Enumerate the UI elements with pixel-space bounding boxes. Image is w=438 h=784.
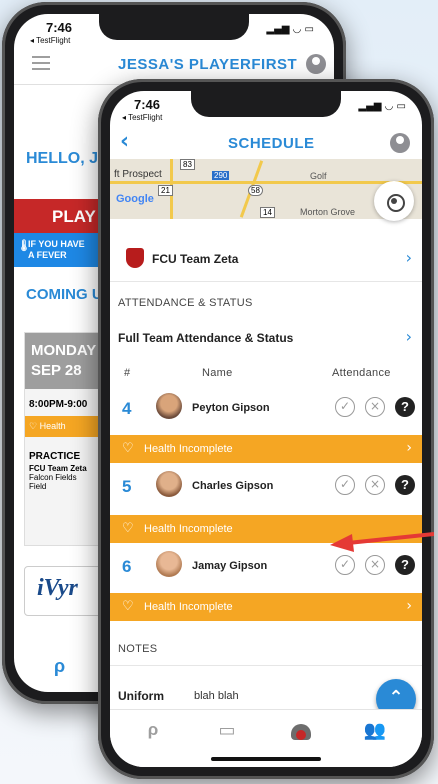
- map-road: [110, 181, 422, 184]
- chevron-right-icon[interactable]: ›: [406, 248, 412, 267]
- front-phone: 7:46 ◂ TestFlight ▂▄▆ ◡ ▭ ‹ SCHEDULE ft …: [98, 79, 434, 779]
- team-icon[interactable]: 👥: [360, 720, 390, 750]
- attend-yes-icon[interactable]: ✓: [335, 475, 355, 495]
- road-badge: 14: [260, 207, 275, 218]
- notes-label: Uniform: [118, 689, 164, 703]
- road-badge: 83: [180, 159, 195, 170]
- heart-icon: ♡: [122, 599, 134, 614]
- chevron-right-icon: ›: [406, 440, 412, 456]
- player-name[interactable]: Jamay Gipson: [192, 560, 267, 572]
- chevron-up-icon: ⌃: [388, 687, 404, 708]
- testflight-back-link[interactable]: ◂ TestFlight: [30, 36, 70, 45]
- road-badge: 58: [248, 185, 263, 196]
- fever-line-1: IF YOU HAVE: [28, 239, 85, 249]
- road-badge: 21: [158, 185, 173, 196]
- back-chevron-icon[interactable]: ‹: [120, 129, 129, 154]
- attend-unknown-icon[interactable]: ?: [395, 555, 415, 575]
- map-label: Morton Grove: [300, 207, 356, 217]
- health-status: Health Incomplete: [144, 523, 233, 535]
- heart-icon: ♡: [122, 521, 134, 536]
- column-header-name: Name: [202, 367, 233, 379]
- event-day: MONDAY: [31, 342, 97, 359]
- section-notes-heading: NOTES: [118, 643, 158, 655]
- calendar-icon[interactable]: ▭: [212, 720, 242, 750]
- thermometer-icon: 🌡: [17, 240, 31, 252]
- testflight-back-link[interactable]: ◂ TestFlight: [122, 113, 162, 122]
- status-icons: ▂▄▆ ◡ ▭: [266, 24, 314, 35]
- section-attendance-heading: ATTENDANCE & STATUS: [118, 297, 253, 309]
- menu-icon[interactable]: [32, 56, 50, 70]
- health-status: Health Incomplete: [144, 443, 233, 455]
- annotation-arrow-icon: [330, 532, 434, 552]
- attend-yes-icon[interactable]: ✓: [335, 555, 355, 575]
- road-badge: 290: [212, 171, 230, 180]
- full-team-attendance-link[interactable]: Full Team Attendance & Status: [118, 331, 293, 345]
- attend-yes-icon[interactable]: ✓: [335, 397, 355, 417]
- team-name[interactable]: FCU Team Zeta: [152, 252, 238, 266]
- profile-icon[interactable]: [306, 54, 326, 74]
- heart-icon: ♡: [122, 441, 134, 456]
- column-header-attendance: Attendance: [332, 367, 391, 379]
- front-screen: 7:46 ◂ TestFlight ▂▄▆ ◡ ▭ ‹ SCHEDULE ft …: [110, 91, 422, 767]
- attend-unknown-icon[interactable]: ?: [395, 475, 415, 495]
- column-header-number: #: [124, 367, 131, 379]
- player-photo: [156, 471, 182, 497]
- player-photo: [156, 551, 182, 577]
- heart-icon: ♡: [29, 421, 40, 431]
- health-status: Health Incomplete: [144, 601, 233, 613]
- playerfirst-logo-icon[interactable]: ρ: [138, 720, 168, 750]
- locate-icon[interactable]: [374, 181, 414, 221]
- status-time: 7:46: [134, 97, 161, 112]
- attend-no-icon[interactable]: ×: [365, 475, 385, 495]
- profile-icon[interactable]: [390, 133, 410, 153]
- map-label: Golf: [310, 171, 327, 181]
- divider: [110, 281, 422, 282]
- player-photo: [156, 393, 182, 419]
- status-time: 7:46: [46, 20, 73, 35]
- health-incomplete-bar[interactable]: ♡ Health Incomplete ›: [110, 593, 422, 621]
- notes-value: blah blah: [194, 690, 239, 702]
- notch: [191, 91, 341, 117]
- page-title: SCHEDULE: [228, 135, 315, 152]
- team-shield-icon: [126, 248, 144, 268]
- player-number: 4: [122, 399, 132, 418]
- greeting: HELLO, JE: [26, 150, 109, 167]
- fever-line-2: A FEVER: [28, 250, 67, 260]
- page-title: JESSA'S PLAYERFIRST: [118, 56, 298, 73]
- player-name[interactable]: Peyton Gipson: [192, 402, 270, 414]
- home-indicator: [211, 757, 321, 761]
- chevron-right-icon[interactable]: ›: [406, 327, 412, 346]
- attend-unknown-icon[interactable]: ?: [395, 397, 415, 417]
- map-label: ft Prospect: [114, 169, 162, 180]
- chevron-right-icon: ›: [406, 598, 412, 614]
- playerfirst-logo-icon[interactable]: ρ: [54, 656, 65, 677]
- divider: [110, 665, 422, 666]
- attend-no-icon[interactable]: ×: [365, 397, 385, 417]
- status-icons: ▂▄▆ ◡ ▭: [358, 101, 406, 112]
- event-date: SEP 28: [31, 362, 82, 379]
- health-icon[interactable]: [286, 720, 316, 750]
- player-name[interactable]: Charles Gipson: [192, 480, 273, 492]
- event-health-label: Health: [39, 421, 66, 431]
- attend-no-icon[interactable]: ×: [365, 555, 385, 575]
- player-number: 6: [122, 557, 132, 576]
- google-logo: Google: [116, 193, 154, 205]
- notch: [99, 14, 249, 40]
- health-incomplete-bar[interactable]: ♡ Health Incomplete ›: [110, 435, 422, 463]
- player-number: 5: [122, 477, 132, 496]
